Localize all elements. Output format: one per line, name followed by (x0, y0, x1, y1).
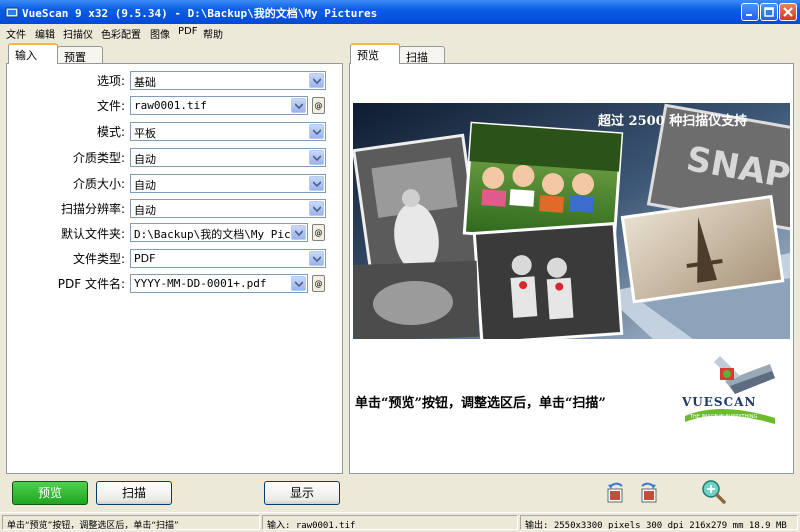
file-value: raw0001.tif (134, 99, 207, 112)
mode-label: 模式: (96, 125, 125, 139)
media-size-dropdown[interactable] (309, 176, 324, 191)
default-folder-select[interactable]: D:\Backup\我的文档\My Pic (130, 223, 308, 242)
maximize-icon (764, 7, 774, 17)
pdf-filename-browse-button[interactable]: @ (312, 275, 325, 292)
maximize-button[interactable] (760, 3, 778, 21)
logo-wordmark: VUESCAN (682, 395, 757, 409)
minimize-icon (746, 14, 752, 16)
chevron-down-icon (313, 129, 321, 135)
rotate-left-button[interactable] (604, 481, 628, 505)
media-type-dropdown[interactable] (309, 150, 324, 165)
tab-presets[interactable]: 预置 (57, 46, 103, 64)
options-value: 基础 (134, 76, 156, 89)
minimize-button[interactable] (741, 3, 759, 21)
menu-color-profile[interactable]: 色彩配置 (101, 26, 141, 41)
default-folder-label: 默认文件夹: (60, 227, 125, 241)
default-folder-value: D:\Backup\我的文档\My Pic (134, 228, 291, 241)
form-labels: 选项: 文件: 模式: 介质类型: 介质大小: 扫描分辨率: 默认文件夹: 文件… (7, 64, 125, 473)
file-browse-button[interactable]: @ (312, 97, 325, 114)
mode-dropdown[interactable] (309, 124, 324, 139)
chevron-down-icon (295, 103, 303, 109)
tab-preview[interactable]: 预览 (350, 43, 400, 64)
chevron-down-icon (313, 181, 321, 187)
status-bar: 单击“预览”按钮，调整选区后，单击“扫描” 输入: raw0001.tif 输出… (0, 512, 800, 532)
preview-panel[interactable]: SNAP 超过 2500 种扫描仪支持 单击“预览”按钮，调整选区后，单击“扫描… (349, 63, 794, 474)
options-label: 选项: (96, 74, 125, 88)
zoom-in-icon (702, 480, 726, 504)
file-type-dropdown[interactable] (309, 251, 324, 266)
close-button[interactable] (779, 3, 797, 21)
file-dropdown[interactable] (291, 98, 306, 113)
media-type-value: 自动 (134, 153, 156, 166)
status-output: 输出: 2550x3300 pixels 300 dpi 216x279 mm … (520, 515, 798, 530)
menu-image[interactable]: 图像 (150, 26, 170, 41)
mode-value: 平板 (134, 127, 156, 140)
scan-resolution-select[interactable]: 自动 (130, 199, 326, 218)
menu-bar: 文件 编辑 扫描仪 色彩配置 图像 PDF 帮助 (0, 24, 800, 41)
folder-browse-button[interactable]: @ (312, 224, 325, 241)
menu-scanner[interactable]: 扫描仪 (63, 26, 93, 41)
chevron-down-icon (295, 281, 303, 287)
file-select[interactable]: raw0001.tif (130, 96, 308, 115)
close-icon (783, 7, 793, 17)
scan-resolution-label: 扫描分辨率: (60, 202, 125, 216)
pdf-filename-dropdown[interactable] (291, 276, 306, 291)
options-select[interactable]: 基础 (130, 71, 326, 90)
menu-pdf[interactable]: PDF (178, 26, 197, 37)
preview-collage-image: SNAP 超过 2500 种扫描仪支持 (353, 103, 790, 339)
options-dropdown[interactable] (309, 73, 324, 88)
file-type-select[interactable]: PDF (130, 249, 326, 268)
banner-text: 超过 2500 种扫描仪支持 (598, 113, 747, 129)
media-size-label: 介质大小: (72, 177, 125, 191)
chevron-down-icon (313, 256, 321, 262)
file-type-value: PDF (134, 252, 156, 265)
window-title: VueScan 9 x32 (9.5.34) - D:\Backup\我的文档\… (22, 7, 378, 20)
rotate-right-icon (641, 482, 657, 503)
menu-help[interactable]: 帮助 (203, 26, 223, 41)
preview-button[interactable]: 预览 (12, 481, 88, 505)
file-label: 文件: (96, 99, 125, 113)
vuescan-app-icon[interactable] (5, 5, 19, 19)
title-bar: VueScan 9 x32 (9.5.34) - D:\Backup\我的文档\… (0, 0, 800, 24)
scan-resolution-value: 自动 (134, 204, 156, 217)
chevron-down-icon (313, 155, 321, 161)
media-size-value: 自动 (134, 179, 156, 192)
pdf-filename-value: YYYY-MM-DD-0001+.pdf (134, 277, 267, 290)
vuescan-logo: VUESCAN THE IMAGE IS EVERYTHING (680, 346, 780, 426)
chevron-down-icon (295, 230, 303, 236)
chevron-down-icon (313, 206, 321, 212)
status-hint: 单击“预览”按钮，调整选区后，单击“扫描” (2, 515, 260, 530)
preview-hint-text: 单击“预览”按钮，调整选区后，单击“扫描” (355, 396, 606, 411)
rotate-left-icon (607, 482, 623, 503)
default-folder-dropdown[interactable] (291, 225, 306, 240)
status-input: 输入: raw0001.tif (262, 515, 518, 530)
pdf-filename-label: PDF 文件名: (57, 277, 125, 291)
pdf-filename-select[interactable]: YYYY-MM-DD-0001+.pdf (130, 274, 308, 293)
menu-edit[interactable]: 编辑 (35, 26, 55, 41)
media-type-label: 介质类型: (72, 151, 125, 165)
input-panel: 选项: 文件: 模式: 介质类型: 介质大小: 扫描分辨率: 默认文件夹: 文件… (6, 63, 343, 474)
tab-input[interactable]: 输入 (8, 43, 58, 64)
media-type-select[interactable]: 自动 (130, 148, 326, 167)
mode-select[interactable]: 平板 (130, 122, 326, 141)
show-button[interactable]: 显示 (264, 481, 340, 505)
logo-tagline: THE IMAGE IS EVERYTHING (690, 414, 758, 420)
media-size-select[interactable]: 自动 (130, 174, 326, 193)
scan-resolution-dropdown[interactable] (309, 201, 324, 216)
file-type-label: 文件类型: (72, 252, 125, 266)
chevron-down-icon (313, 78, 321, 84)
zoom-button[interactable] (700, 479, 726, 505)
tab-scan[interactable]: 扫描 (399, 46, 445, 64)
menu-file[interactable]: 文件 (6, 26, 26, 41)
scan-button[interactable]: 扫描 (96, 481, 172, 505)
rotate-right-button[interactable] (636, 481, 660, 505)
